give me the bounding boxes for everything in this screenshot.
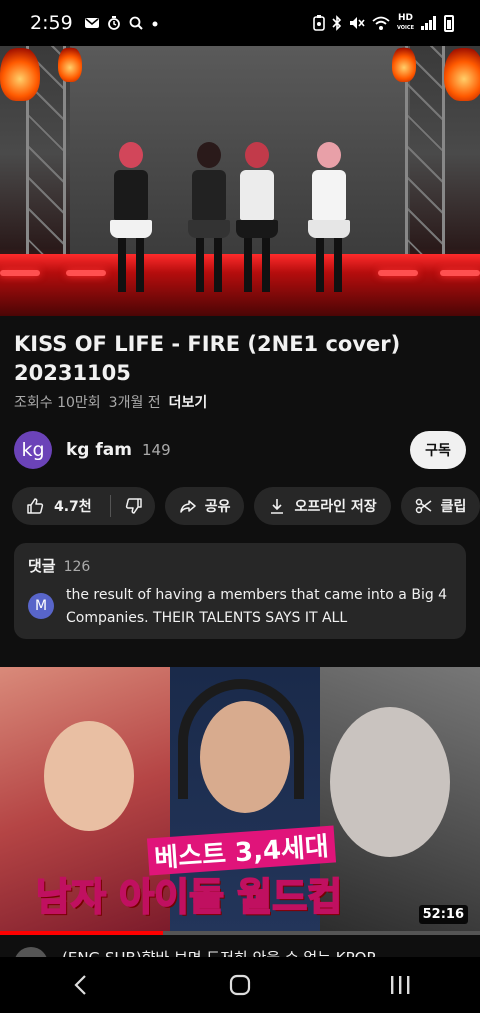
recents-button[interactable]	[370, 965, 430, 1005]
status-bar: 2:59 HD VOICE	[0, 0, 480, 46]
thumbs-down-icon[interactable]	[125, 497, 143, 515]
top-comment[interactable]: M the result of having a members that ca…	[28, 584, 452, 630]
channel-row[interactable]: kg kg fam 149 구독	[14, 430, 466, 470]
alarm-icon	[107, 16, 120, 30]
home-button[interactable]	[210, 965, 270, 1005]
clip-label: 클립	[440, 499, 467, 515]
flame-left-2	[58, 46, 82, 82]
more-link[interactable]: 더보기	[169, 392, 208, 412]
status-right-icons: HD VOICE	[313, 12, 454, 33]
flame-left	[0, 46, 40, 101]
share-button[interactable]: 공유	[164, 487, 245, 525]
flame-right	[444, 46, 480, 101]
clip-button[interactable]: 클립	[400, 487, 480, 525]
download-label: 오프라인 저장	[294, 499, 377, 515]
commenter-avatar: M	[28, 593, 54, 619]
stage-light	[378, 270, 418, 276]
headphones-shape	[178, 679, 304, 799]
mail-icon	[84, 18, 99, 28]
mute-icon	[350, 17, 365, 29]
share-label: 공유	[204, 499, 231, 515]
duration-badge: 52:16	[418, 905, 468, 924]
watch-progress-fill	[0, 931, 164, 935]
flame-right-2	[392, 46, 416, 82]
view-count: 조회수 10만회	[14, 395, 101, 411]
video-title[interactable]: KISS OF LIFE - FIRE (2NE1 cover) 2023110…	[14, 330, 464, 388]
voice-label: VOICE	[397, 24, 414, 31]
action-bar: 4.7천 공유 오프라인 저장 클립	[12, 487, 480, 525]
channel-avatar[interactable]: kg	[14, 431, 52, 469]
stage-light	[0, 270, 40, 276]
dot-icon	[152, 21, 158, 27]
comments-title: 댓글	[28, 557, 56, 575]
watch-progress-bar	[0, 931, 480, 935]
thumbs-up-icon	[27, 498, 44, 514]
stage-light	[66, 270, 106, 276]
recents-icon	[391, 976, 410, 994]
back-button[interactable]	[50, 965, 110, 1005]
comments-count: 126	[63, 559, 91, 575]
hd-label: HD	[398, 12, 414, 23]
nfc-icon	[313, 15, 325, 31]
download-icon	[271, 499, 284, 514]
hd-voice-badge: HD VOICE	[397, 12, 414, 33]
wifi-icon	[372, 16, 390, 30]
comments-section[interactable]: 댓글 126 M the result of having a members …	[14, 543, 466, 639]
thumbnail-face-left	[44, 721, 134, 831]
like-dislike-pill: 4.7천	[12, 487, 155, 525]
thumbnail-caption-line2: 남자 아이돌 월드컵	[35, 874, 343, 920]
home-icon	[229, 974, 251, 996]
thumbnail-face-right	[330, 707, 450, 857]
like-count: 4.7천	[54, 499, 92, 515]
scissors-icon	[415, 498, 432, 514]
subscriber-count: 149	[141, 441, 171, 459]
performer	[234, 142, 280, 292]
search-icon	[129, 16, 143, 30]
status-time: 2:59	[30, 12, 73, 34]
back-icon	[74, 975, 86, 995]
comments-header: 댓글 126	[28, 555, 452, 576]
like-button[interactable]: 4.7천	[26, 496, 92, 516]
like-divider	[109, 495, 111, 517]
stage-light	[440, 270, 480, 276]
video-player[interactable]	[0, 46, 480, 316]
battery-icon	[444, 14, 454, 32]
bluetooth-icon	[332, 15, 342, 31]
comment-text: the result of having a members that came…	[66, 587, 448, 626]
system-nav-bar	[0, 957, 480, 1013]
share-icon	[179, 500, 196, 513]
performer	[108, 142, 154, 292]
upload-age: 3개월 전	[108, 395, 161, 411]
signal-icon	[421, 16, 436, 30]
channel-name[interactable]: kg fam	[66, 440, 132, 460]
performer	[306, 142, 352, 292]
performer	[186, 142, 232, 292]
video-meta[interactable]: 조회수 10만회 3개월 전 더보기	[14, 392, 207, 412]
status-left-icons	[84, 16, 159, 30]
download-button[interactable]: 오프라인 저장	[254, 487, 391, 525]
subscribe-button[interactable]: 구독	[410, 431, 466, 469]
